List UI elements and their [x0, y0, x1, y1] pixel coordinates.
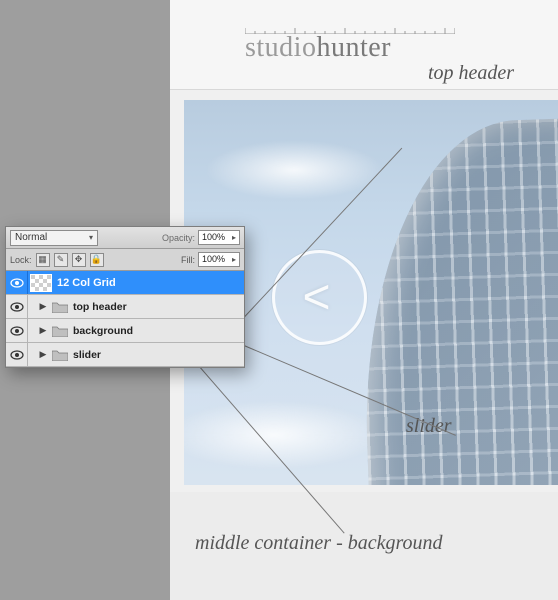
folder-icon	[51, 300, 69, 314]
layer-thumbnail	[30, 274, 52, 292]
eye-icon	[10, 278, 24, 288]
panel-options-row: Normal ▾ Opacity: 100% ▸	[6, 227, 244, 249]
chevron-down-icon: ▸	[232, 231, 236, 244]
visibility-toggle[interactable]	[6, 271, 28, 294]
layer-name: slider	[73, 349, 101, 361]
chevron-left-icon: <	[302, 270, 330, 325]
eye-icon	[10, 326, 24, 336]
layer-row-top-header[interactable]: ▶ top header	[6, 295, 244, 319]
logo-prefix: studio	[245, 32, 316, 63]
layers-panel: Normal ▾ Opacity: 100% ▸ Lock: ▦ ✎ ✥ 🔒 F…	[5, 226, 245, 368]
fill-value: 100%	[202, 253, 225, 266]
visibility-toggle[interactable]	[6, 343, 28, 366]
chevron-down-icon: ▾	[89, 231, 93, 245]
opacity-label: Opacity:	[162, 233, 195, 243]
opacity-value: 100%	[202, 231, 225, 244]
cloud-decoration	[204, 140, 384, 200]
logo-suffix: hunter	[316, 32, 391, 63]
cloud-decoration	[184, 400, 384, 470]
twirl-icon[interactable]: ▶	[36, 349, 50, 360]
site-top-header: studiohunter	[170, 0, 558, 90]
fill-input[interactable]: 100% ▸	[198, 252, 240, 267]
layer-name: 12 Col Grid	[57, 277, 116, 289]
layers-list: 12 Col Grid ▶ top header	[6, 271, 244, 367]
visibility-toggle[interactable]	[6, 319, 28, 342]
panel-lock-row: Lock: ▦ ✎ ✥ 🔒 Fill: 100% ▸	[6, 249, 244, 271]
layer-row-12-col-grid[interactable]: 12 Col Grid	[6, 271, 244, 295]
opacity-input[interactable]: 100% ▸	[198, 230, 240, 245]
twirl-icon[interactable]: ▶	[36, 325, 50, 336]
fill-control: Fill: 100% ▸	[181, 252, 240, 267]
folder-icon	[51, 348, 69, 362]
layer-row-slider[interactable]: ▶ slider	[6, 343, 244, 367]
lock-label: Lock:	[10, 255, 32, 265]
lock-pixels-icon[interactable]: ✎	[54, 253, 68, 267]
lock-transparency-icon[interactable]: ▦	[36, 253, 50, 267]
fill-label: Fill:	[181, 255, 195, 265]
opacity-control: Opacity: 100% ▸	[162, 230, 240, 245]
lock-icons: ▦ ✎ ✥ 🔒	[36, 253, 104, 267]
twirl-icon[interactable]: ▶	[36, 301, 50, 312]
site-bottom-strip	[170, 492, 558, 600]
building-image	[356, 115, 558, 485]
eye-icon	[10, 302, 24, 312]
layer-name: top header	[73, 301, 127, 313]
lock-position-icon[interactable]: ✥	[72, 253, 86, 267]
visibility-toggle[interactable]	[6, 295, 28, 318]
lock-all-icon[interactable]: 🔒	[90, 253, 104, 267]
blend-mode-select[interactable]: Normal ▾	[10, 230, 98, 246]
blend-mode-value: Normal	[15, 231, 47, 245]
eye-icon	[10, 350, 24, 360]
slider-prev-button[interactable]: <	[272, 250, 367, 345]
chevron-down-icon: ▸	[232, 253, 236, 266]
layer-row-background[interactable]: ▶ background	[6, 319, 244, 343]
site-logo: studiohunter	[245, 32, 391, 64]
layer-name: background	[73, 325, 133, 337]
folder-icon	[51, 324, 69, 338]
